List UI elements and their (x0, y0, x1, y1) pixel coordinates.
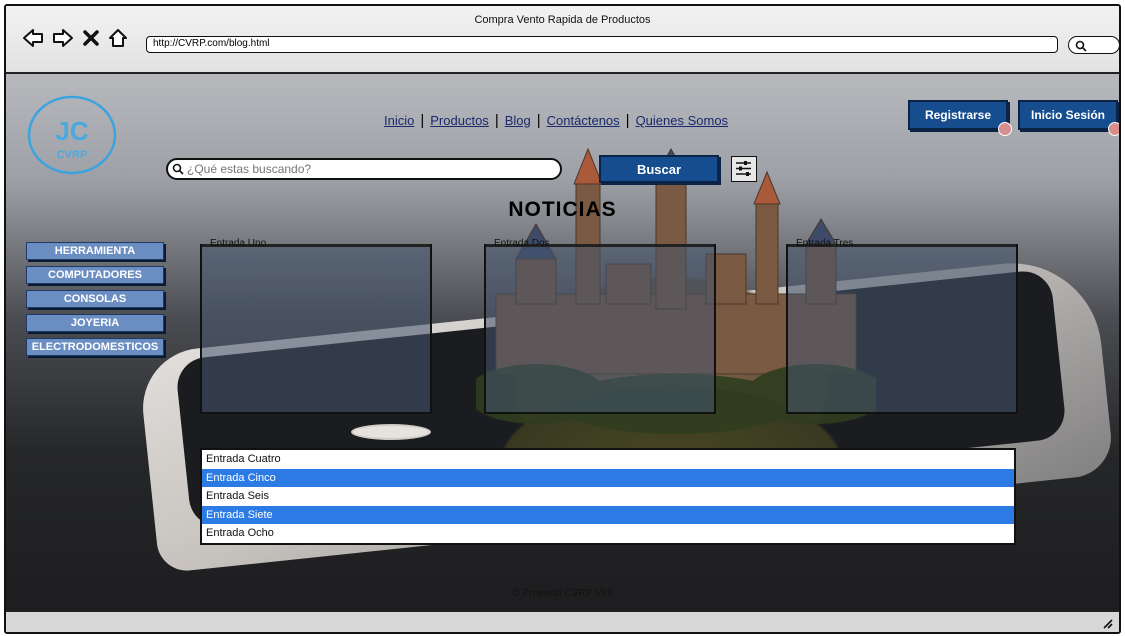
panel-title: Entrada Uno (210, 238, 267, 249)
close-icon[interactable] (82, 28, 100, 48)
home-icon[interactable] (108, 28, 128, 48)
nav-link-quienes-somos[interactable]: Quienes Somos (636, 113, 729, 128)
search-icon (1075, 40, 1087, 52)
nav-separator: | (494, 112, 499, 129)
category-electrodomesticos[interactable]: ELECTRODOMESTICOS (26, 338, 164, 356)
logo-mark: JC (55, 116, 88, 146)
list-item[interactable]: Entrada Ocho (202, 524, 1014, 543)
footer-copyright: © Proyecto CVRP V10 (512, 588, 613, 599)
address-bar[interactable]: http://CVRP.com/blog.html (146, 36, 1058, 53)
search-button[interactable]: Buscar (599, 155, 719, 183)
list-item[interactable]: Entrada Siete (202, 505, 1014, 524)
main-navigation: Inicio | Productos | Blog | Contáctenos … (384, 112, 728, 129)
browser-nav-controls (22, 28, 128, 48)
browser-search-field[interactable] (1068, 36, 1119, 54)
nav-separator: | (536, 112, 541, 129)
resize-grip-icon[interactable] (1101, 617, 1113, 629)
login-button[interactable]: Inicio Sesión (1018, 100, 1118, 130)
search-icon (172, 163, 184, 175)
page-title: NOTICIAS (508, 198, 617, 221)
filter-button[interactable] (731, 156, 757, 182)
entry-panel-tres[interactable]: Entrada Tres (786, 238, 1018, 414)
register-button[interactable]: Registrarse (908, 100, 1008, 130)
entry-panel-uno[interactable]: Entrada Uno (200, 238, 432, 414)
search-input[interactable] (187, 162, 547, 176)
register-button-label: Registrarse (924, 108, 992, 122)
browser-titlebar: Compra Vento Rapida de Productos http://… (6, 6, 1119, 74)
category-menu: HERRAMIENTA COMPUTADORES CONSOLAS JOYERI… (26, 242, 164, 362)
user-icon (998, 122, 1012, 136)
category-herramienta[interactable]: HERRAMIENTA (26, 242, 164, 260)
category-computadores[interactable]: COMPUTADORES (26, 266, 164, 284)
category-joyeria[interactable]: JOYERIA (26, 314, 164, 332)
list-item[interactable]: Entrada Cuatro (202, 450, 1014, 469)
panel-title: Entrada Dos (494, 238, 550, 249)
entry-panel-dos[interactable]: Entrada Dos (484, 238, 716, 414)
browser-statusbar (6, 610, 1119, 632)
panel-title: Entrada Tres (796, 238, 854, 249)
search-field[interactable] (166, 158, 562, 180)
category-consolas[interactable]: CONSOLAS (26, 290, 164, 308)
nav-separator: | (625, 112, 630, 129)
nav-link-productos[interactable]: Productos (430, 113, 489, 128)
sliders-icon (736, 161, 751, 176)
cvrp-logo: JC CVRP (27, 95, 117, 175)
window-title: Compra Vento Rapida de Productos (474, 14, 651, 26)
forward-arrow-icon[interactable] (52, 28, 74, 48)
user-icon (1108, 122, 1119, 136)
logo-text: CVRP (57, 149, 88, 161)
list-item[interactable]: Entrada Cinco (202, 468, 1014, 487)
nav-link-blog[interactable]: Blog (505, 113, 531, 128)
phone-home-button-image (351, 424, 431, 440)
entry-list: Entrada Cuatro Entrada Cinco Entrada Sei… (200, 448, 1016, 545)
list-item[interactable]: Entrada Seis (202, 487, 1014, 506)
search-button-label: Buscar (636, 161, 682, 177)
browser-window: Compra Vento Rapida de Productos http://… (4, 4, 1121, 634)
nav-separator: | (420, 112, 425, 129)
nav-link-inicio[interactable]: Inicio (384, 113, 414, 128)
nav-link-contactenos[interactable]: Contáctenos (547, 113, 620, 128)
page-content: JC CVRP Inicio | Productos | Blog | Cont… (6, 74, 1119, 614)
login-button-label: Inicio Sesión (1030, 108, 1105, 122)
back-arrow-icon[interactable] (22, 28, 44, 48)
